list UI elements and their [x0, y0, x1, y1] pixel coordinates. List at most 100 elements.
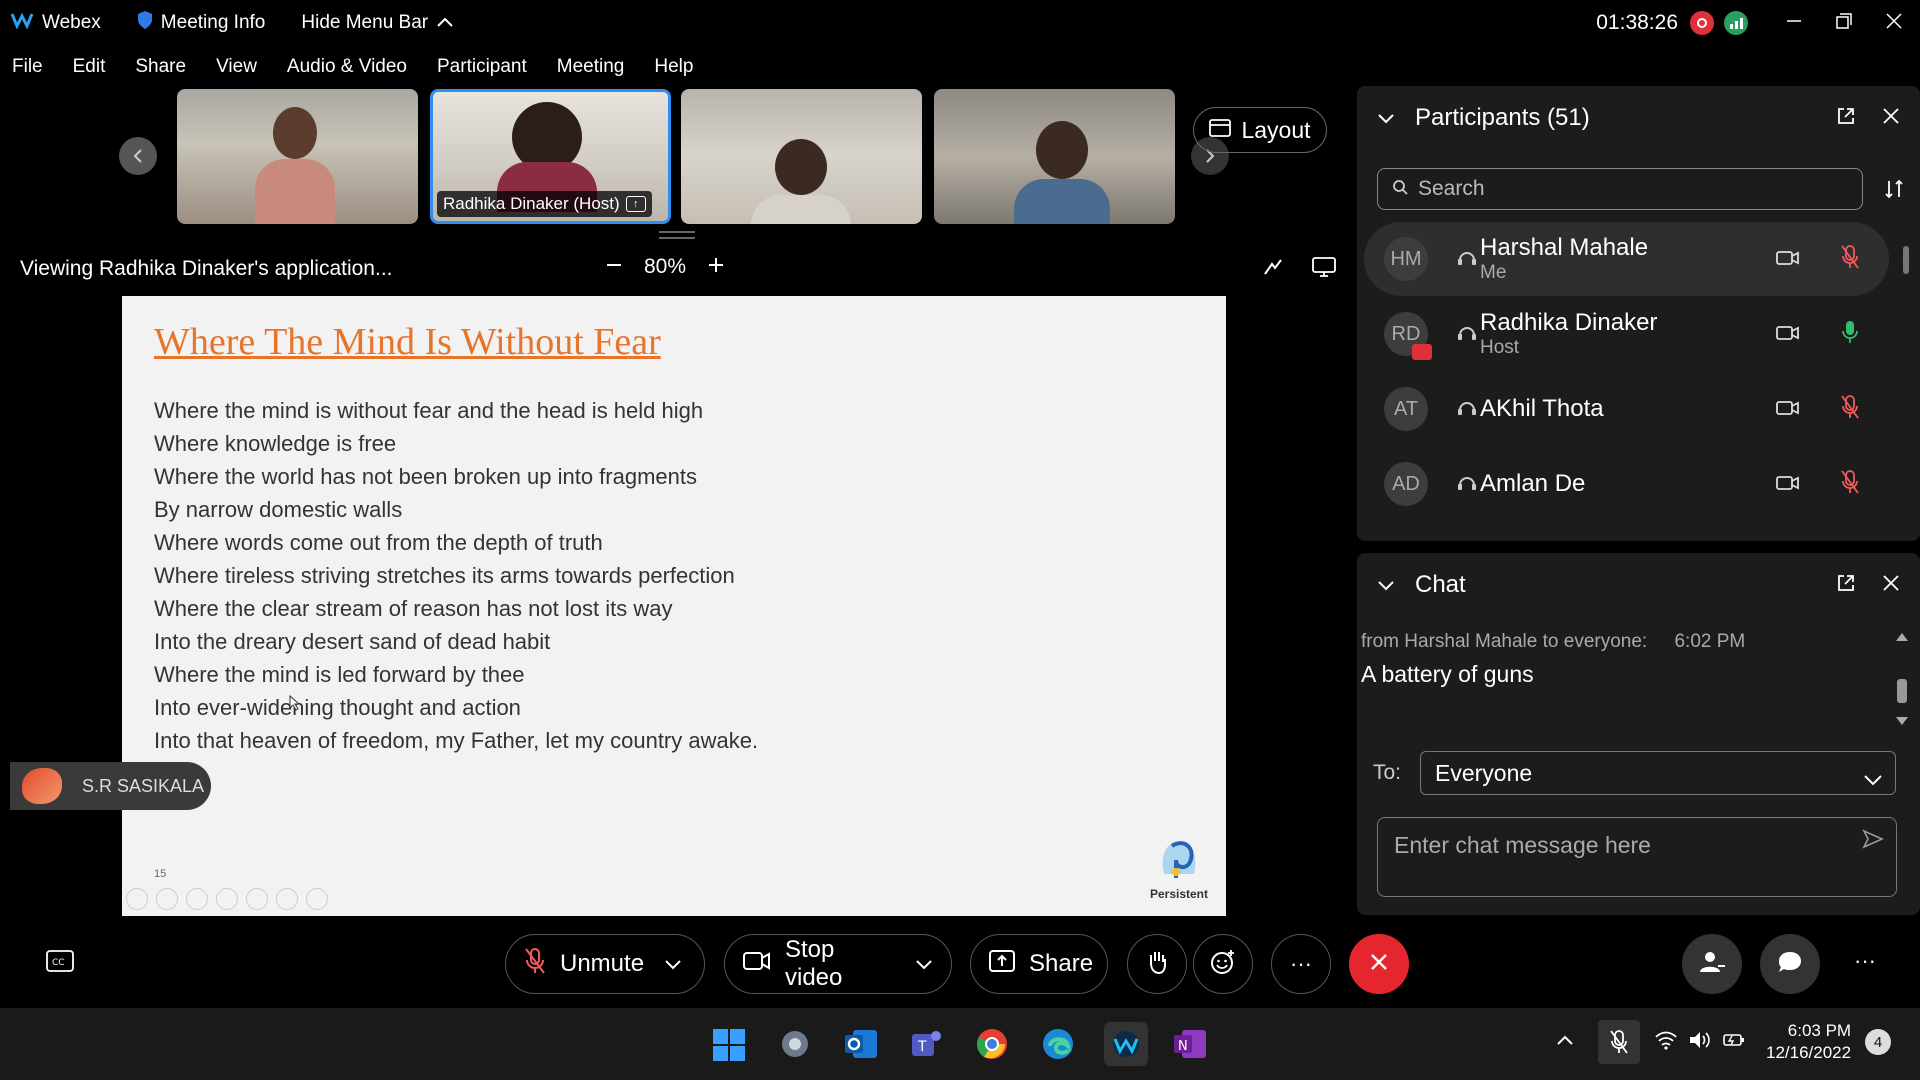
reactions-button[interactable]	[1193, 934, 1253, 994]
muted-mic-icon[interactable]	[1840, 394, 1860, 425]
video-thumbnail[interactable]	[681, 89, 922, 224]
title-bar-right: 01:38:26	[1596, 0, 1920, 46]
zoom-in-button[interactable]	[708, 255, 724, 279]
restore-icon[interactable]	[1836, 12, 1852, 34]
stop-video-button[interactable]: Stop video	[724, 934, 952, 994]
chevron-down-icon[interactable]	[664, 950, 682, 978]
scroll-up-icon[interactable]	[1896, 633, 1908, 641]
hide-menu-bar-button[interactable]: Hide Menu Bar	[301, 12, 454, 34]
wifi-icon[interactable]	[1654, 1030, 1678, 1055]
collapse-chevron-icon[interactable]	[1377, 104, 1395, 132]
share-button[interactable]: Share	[970, 934, 1108, 994]
notification-badge[interactable]: 4	[1865, 1029, 1892, 1055]
participant-name-block: AKhil Thota	[1480, 395, 1604, 423]
muted-mic-icon[interactable]	[1840, 244, 1860, 275]
edge-icon[interactable]	[1040, 1026, 1076, 1067]
send-icon[interactable]	[1862, 828, 1884, 855]
mic-muted-tray-icon[interactable]	[1598, 1020, 1640, 1064]
collapse-chevron-icon[interactable]	[1377, 571, 1395, 599]
windows-start-icon[interactable]	[712, 1028, 746, 1067]
zoom-level: 80%	[644, 255, 687, 278]
slide-zoom-icon	[246, 888, 268, 910]
volume-icon[interactable]	[1688, 1030, 1712, 1055]
camera-icon	[1776, 400, 1800, 421]
scroll-thumb[interactable]	[1897, 679, 1907, 703]
participant-row[interactable]: RD Radhika Dinaker Host	[1364, 297, 1889, 371]
scroll-down-icon[interactable]	[1896, 717, 1908, 725]
menu-participant[interactable]: Participant	[437, 56, 527, 78]
app-title[interactable]: Webex	[10, 11, 101, 35]
participant-search-input[interactable]: Search	[1377, 168, 1863, 210]
participants-toggle-button[interactable]	[1682, 934, 1742, 994]
close-window-icon[interactable]	[1886, 12, 1902, 34]
hide-menu-bar-label: Hide Menu Bar	[301, 12, 429, 33]
participant-row[interactable]: HM Harshal Mahale Me	[1364, 222, 1889, 296]
menu-file[interactable]: File	[12, 56, 43, 78]
menu-share[interactable]: Share	[135, 56, 186, 78]
video-thumbnail[interactable]	[177, 89, 418, 224]
leave-meeting-button[interactable]	[1349, 934, 1409, 994]
webex-taskbar-icon[interactable]	[1104, 1022, 1148, 1066]
chevron-down-icon[interactable]	[915, 950, 933, 978]
recording-icon[interactable]	[1690, 11, 1714, 35]
resize-handle[interactable]	[659, 231, 695, 239]
menu-edit[interactable]: Edit	[73, 56, 106, 78]
onenote-icon[interactable]: N	[1172, 1026, 1208, 1067]
video-thumbnail-host[interactable]: Radhika Dinaker (Host) ↑	[430, 89, 671, 224]
participants-scrollbar[interactable]	[1901, 226, 1911, 526]
closed-captions-icon[interactable]: CC	[46, 950, 74, 977]
svg-text:CC: CC	[52, 958, 65, 968]
more-options-button[interactable]: ···	[1271, 934, 1331, 994]
chat-header-actions	[1836, 573, 1900, 598]
presenter-badge-icon	[1412, 344, 1432, 360]
chrome-icon[interactable]	[974, 1026, 1010, 1067]
sort-icon[interactable]	[1883, 178, 1905, 205]
shield-icon	[137, 10, 153, 36]
poem-line: By narrow domestic walls	[154, 497, 403, 522]
meeting-info-button[interactable]: Meeting Info	[137, 10, 265, 36]
clock-time: 6:03 PM	[1787, 1021, 1852, 1040]
poem-line: Into that heaven of freedom, my Father, …	[154, 728, 759, 753]
minimize-icon[interactable]	[1786, 13, 1802, 34]
active-mic-icon[interactable]	[1840, 319, 1860, 350]
share-label: Share	[1029, 950, 1094, 977]
raise-hand-button[interactable]	[1127, 934, 1187, 994]
teams-icon[interactable]: T	[908, 1026, 944, 1067]
zoom-out-button[interactable]	[606, 255, 622, 279]
close-icon[interactable]	[1882, 574, 1900, 597]
network-stats-icon[interactable]	[1724, 11, 1748, 35]
thumbnails-prev-button[interactable]	[119, 137, 157, 175]
settings-gear-icon[interactable]	[777, 1026, 813, 1067]
popout-icon[interactable]	[1836, 106, 1856, 131]
annotate-icon[interactable]	[1262, 256, 1284, 283]
panel-more-icon[interactable]: ···	[1854, 948, 1876, 974]
muted-mic-icon[interactable]	[1840, 469, 1860, 500]
battery-icon[interactable]	[1722, 1030, 1746, 1055]
chat-message-text: A battery of guns	[1361, 661, 1534, 687]
chat-toggle-button[interactable]	[1760, 934, 1820, 994]
participant-row[interactable]: AT AKhil Thota	[1364, 372, 1889, 446]
layout-button[interactable]: Layout	[1193, 107, 1327, 153]
chevron-up-icon[interactable]	[1556, 1033, 1574, 1051]
chat-scrollbar[interactable]	[1895, 633, 1909, 729]
participant-row[interactable]: AD Amlan De	[1364, 447, 1889, 521]
close-icon[interactable]	[1882, 107, 1900, 130]
menu-audio-video[interactable]: Audio & Video	[287, 56, 407, 78]
recipient-select[interactable]: Everyone	[1420, 751, 1896, 795]
chat-message-input[interactable]: Enter chat message here	[1377, 817, 1897, 897]
host-label: Radhika Dinaker (Host) ↑	[437, 191, 652, 217]
menu-view[interactable]: View	[216, 56, 257, 78]
poem-line: Where the clear stream of reason has not…	[154, 596, 673, 621]
outlook-icon[interactable]	[843, 1026, 879, 1067]
slide-subtitle-icon	[276, 888, 298, 910]
clock[interactable]: 6:03 PM 12/16/2022	[1766, 1020, 1851, 1064]
scroll-thumb[interactable]	[1903, 246, 1909, 274]
menu-help[interactable]: Help	[654, 56, 693, 78]
avatar-initials: AT	[1393, 397, 1419, 420]
popout-icon[interactable]	[1836, 573, 1856, 598]
video-thumbnail[interactable]	[934, 89, 1175, 224]
menu-meeting[interactable]: Meeting	[557, 56, 625, 78]
unmute-button[interactable]: Unmute	[505, 934, 705, 994]
share-view-options-icon[interactable]	[1312, 256, 1336, 283]
layout-icon	[1209, 117, 1232, 144]
